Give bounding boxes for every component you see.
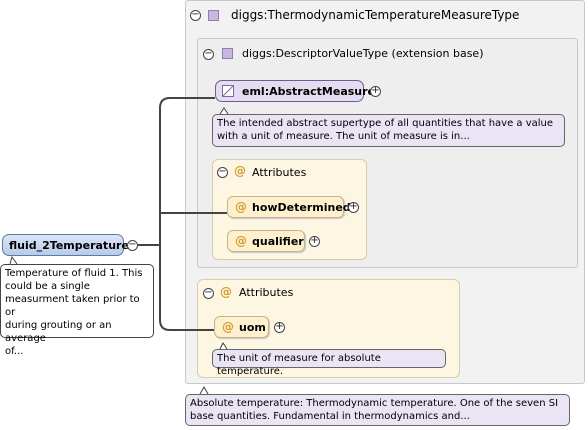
connector-lines — [9, 97, 229, 395]
